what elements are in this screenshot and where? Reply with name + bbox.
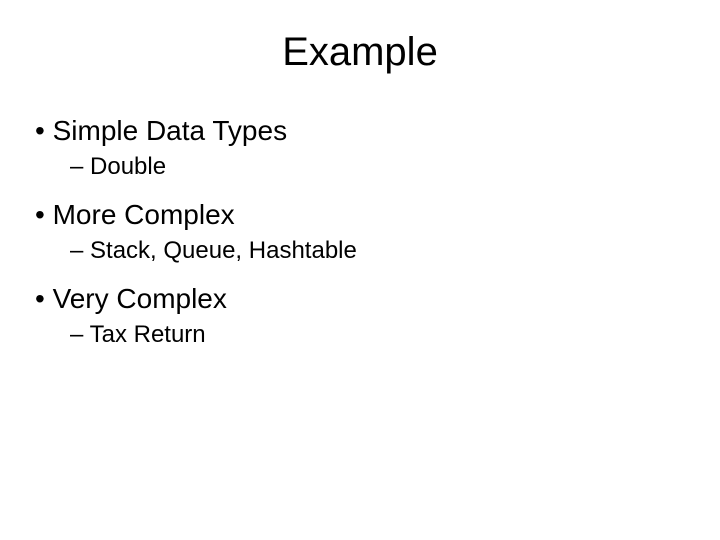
list-subitem: Double: [30, 153, 690, 181]
list-subitem: Tax Return: [30, 321, 690, 349]
list-item: More Complex: [30, 199, 690, 231]
bullet-list: Simple Data Types Double More Complex St…: [30, 115, 690, 349]
list-item: Simple Data Types: [30, 115, 690, 147]
list-item: Very Complex: [30, 283, 690, 315]
list-subitem: Stack, Queue, Hashtable: [30, 237, 690, 265]
slide-title: Example: [30, 30, 690, 75]
